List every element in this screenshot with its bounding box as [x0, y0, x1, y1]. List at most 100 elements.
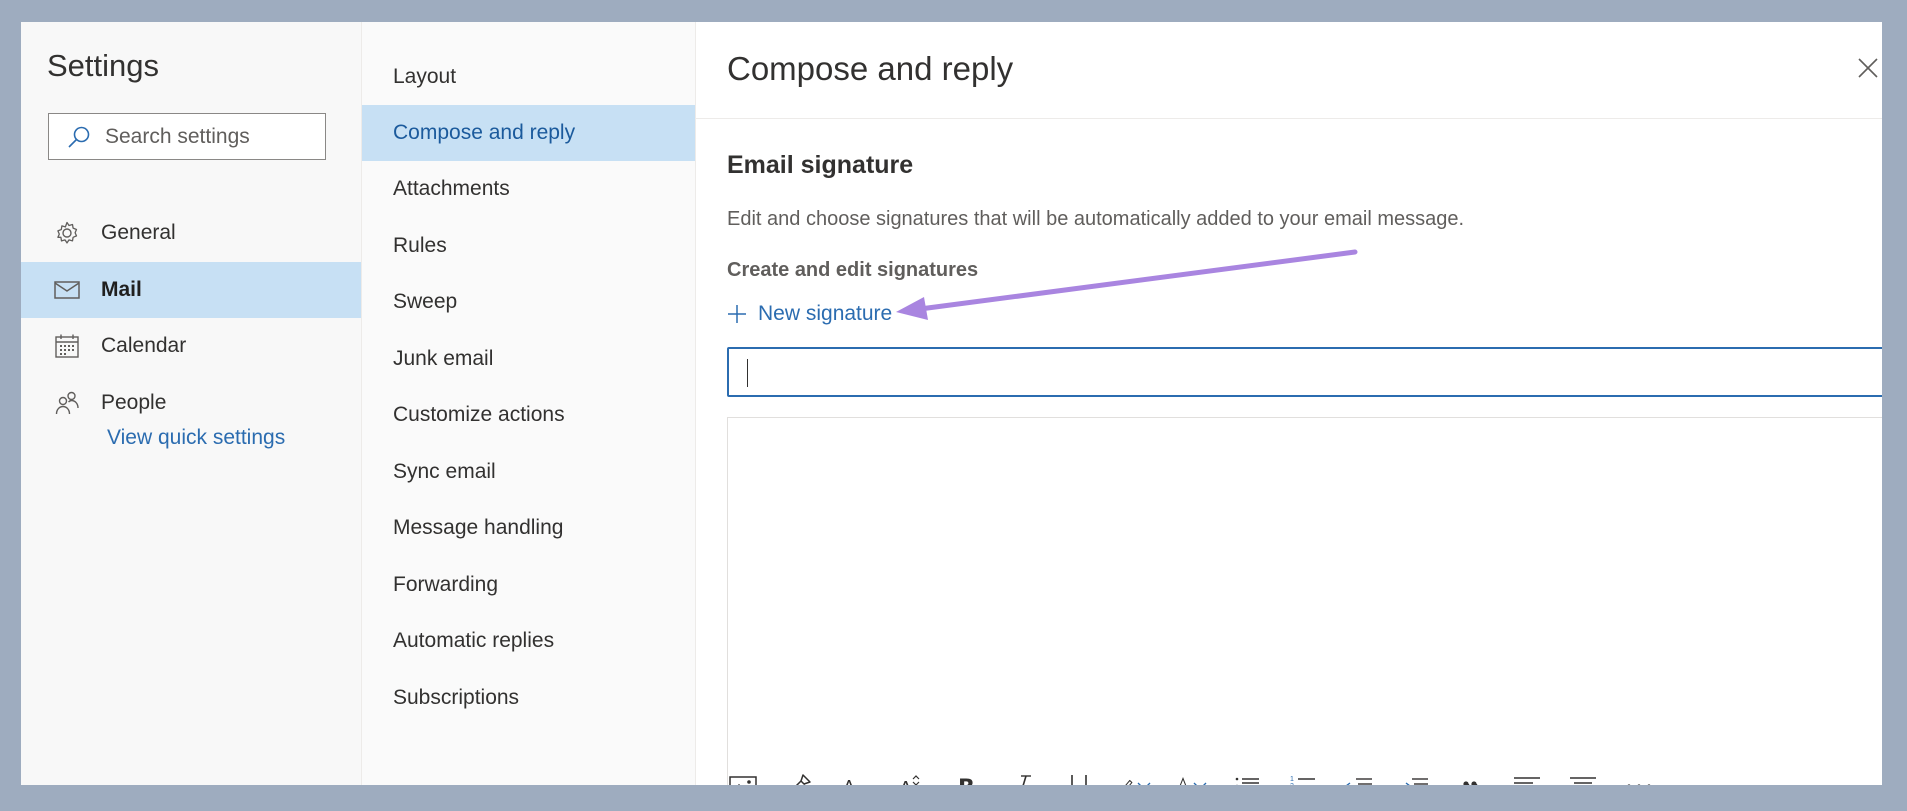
underline-icon: [1071, 775, 1087, 785]
nav-label-general: General: [101, 221, 176, 244]
calendar-icon: [53, 332, 81, 360]
bullets-icon: [1235, 777, 1259, 785]
grow-font-button[interactable]: A: [894, 769, 928, 785]
numbering-button[interactable]: 123: [1286, 769, 1320, 785]
search-settings-input[interactable]: [103, 123, 317, 150]
subnav-label: Sweep: [393, 290, 458, 313]
underline-button[interactable]: [1062, 769, 1096, 785]
font-size-button[interactable]: AA: [838, 769, 872, 785]
email-signature-heading: Email signature: [727, 151, 914, 179]
subnav-item-layout[interactable]: Layout: [362, 49, 695, 105]
italic-button[interactable]: [1006, 769, 1040, 785]
svg-text:B: B: [958, 776, 975, 785]
bullets-button[interactable]: [1230, 769, 1264, 785]
numbering-icon: 123: [1290, 776, 1315, 785]
signature-name-input[interactable]: [751, 357, 1855, 389]
font-color-button[interactable]: [1174, 769, 1208, 785]
subnav-item-compose-and-reply[interactable]: Compose and reply: [362, 105, 695, 161]
nav-label-people: People: [101, 391, 167, 414]
nav-item-mail[interactable]: Mail: [21, 262, 361, 318]
increase-indent-button[interactable]: [1398, 769, 1432, 785]
subnav-label: Subscriptions: [393, 686, 520, 709]
decrease-indent-button[interactable]: [1342, 769, 1376, 785]
mail-settings-nav: Layout Compose and reply Attachments Rul…: [362, 22, 696, 785]
signature-name-field[interactable]: [727, 347, 1882, 397]
subnav-item-automatic-replies[interactable]: Automatic replies: [362, 613, 695, 669]
subnav-item-sweep[interactable]: Sweep: [362, 274, 695, 330]
subnav-label: Compose and reply: [393, 121, 576, 144]
more-options-button[interactable]: [1622, 769, 1656, 785]
nav-item-general[interactable]: General: [21, 205, 361, 261]
subnav-label: Sync email: [393, 460, 496, 483]
align-center-button[interactable]: [1566, 769, 1600, 785]
insert-picture-icon: [729, 776, 757, 785]
subnav-label: Customize actions: [393, 403, 565, 426]
signature-editor[interactable]: [727, 417, 1882, 785]
page-title: Compose and reply: [727, 50, 1014, 87]
svg-text:1: 1: [1290, 776, 1294, 783]
subnav-label: Message handling: [393, 516, 564, 539]
subnav-item-subscriptions[interactable]: Subscriptions: [362, 670, 695, 726]
align-left-icon: [1514, 777, 1540, 784]
font-color-icon: [1179, 776, 1187, 785]
subnav-label: Rules: [393, 234, 447, 257]
subnav-item-message-handling[interactable]: Message handling: [362, 500, 695, 556]
increase-indent-icon: [1405, 778, 1428, 785]
settings-nav-pane: Settings General Mail Calendar: [21, 22, 362, 785]
subnav-label: Layout: [393, 65, 457, 88]
nav-item-calendar[interactable]: Calendar: [21, 318, 361, 374]
new-signature-label: New signature: [758, 302, 893, 325]
mail-icon: [53, 276, 81, 304]
nav-label-mail: Mail: [101, 278, 142, 301]
subnav-label: Junk email: [393, 347, 494, 370]
more-options-icon: [1627, 784, 1651, 785]
subnav-item-sync-email[interactable]: Sync email: [362, 444, 695, 500]
svg-text:A: A: [843, 777, 855, 785]
plus-icon: [728, 305, 746, 323]
email-signature-description: Edit and choose signatures that will be …: [727, 208, 1465, 230]
align-center-icon: [1570, 777, 1596, 784]
quote-icon: [1463, 781, 1478, 785]
grow-font-icon: A: [899, 775, 920, 785]
svg-text:A: A: [899, 778, 913, 785]
format-painter-button[interactable]: [782, 769, 816, 785]
view-quick-settings-link[interactable]: View quick settings: [107, 426, 285, 450]
font-size-icon: AA: [843, 777, 864, 785]
subnav-label: Automatic replies: [393, 629, 555, 652]
subnav-item-rules[interactable]: Rules: [362, 218, 695, 274]
subnav-label: Forwarding: [393, 573, 499, 596]
close-button[interactable]: [1856, 56, 1880, 80]
svg-text:A: A: [855, 783, 864, 785]
subnav-item-forwarding[interactable]: Forwarding: [362, 557, 695, 613]
subnav-label: Attachments: [393, 177, 510, 200]
chevron-down-icon: [1192, 781, 1208, 785]
settings-window: Settings General Mail Calendar: [21, 22, 1882, 785]
align-left-button[interactable]: [1510, 769, 1544, 785]
search-settings-box[interactable]: [48, 113, 326, 160]
chevron-down-icon: [1136, 781, 1152, 785]
formatting-toolbar: AA A B: [726, 768, 1678, 785]
quote-button[interactable]: [1454, 769, 1488, 785]
subnav-item-junk-email[interactable]: Junk email: [362, 331, 695, 387]
settings-title: Settings: [47, 48, 160, 83]
new-signature-button[interactable]: New signature: [727, 302, 892, 326]
highlight-icon: [1125, 779, 1133, 785]
compose-and-reply-panel: Compose and reply Email signature Edit a…: [696, 22, 1882, 785]
subnav-item-customize-actions[interactable]: Customize actions: [362, 387, 695, 443]
bold-button[interactable]: B: [950, 769, 984, 785]
close-icon: [1858, 58, 1878, 78]
nav-label-calendar: Calendar: [101, 334, 187, 357]
panel-header: Compose and reply: [696, 22, 1882, 119]
format-painter-icon: [795, 774, 811, 785]
bold-icon: B: [958, 776, 975, 785]
subnav-item-attachments[interactable]: Attachments: [362, 161, 695, 217]
italic-icon: [1021, 775, 1031, 785]
svg-text:2: 2: [1290, 783, 1294, 785]
search-icon: [67, 125, 95, 149]
highlight-button[interactable]: [1118, 769, 1152, 785]
create-edit-signatures-heading: Create and edit signatures: [727, 259, 979, 281]
people-icon: [53, 389, 81, 417]
insert-picture-button[interactable]: [726, 769, 760, 785]
gear-icon: [53, 219, 81, 247]
nav-item-people[interactable]: People: [21, 375, 361, 431]
